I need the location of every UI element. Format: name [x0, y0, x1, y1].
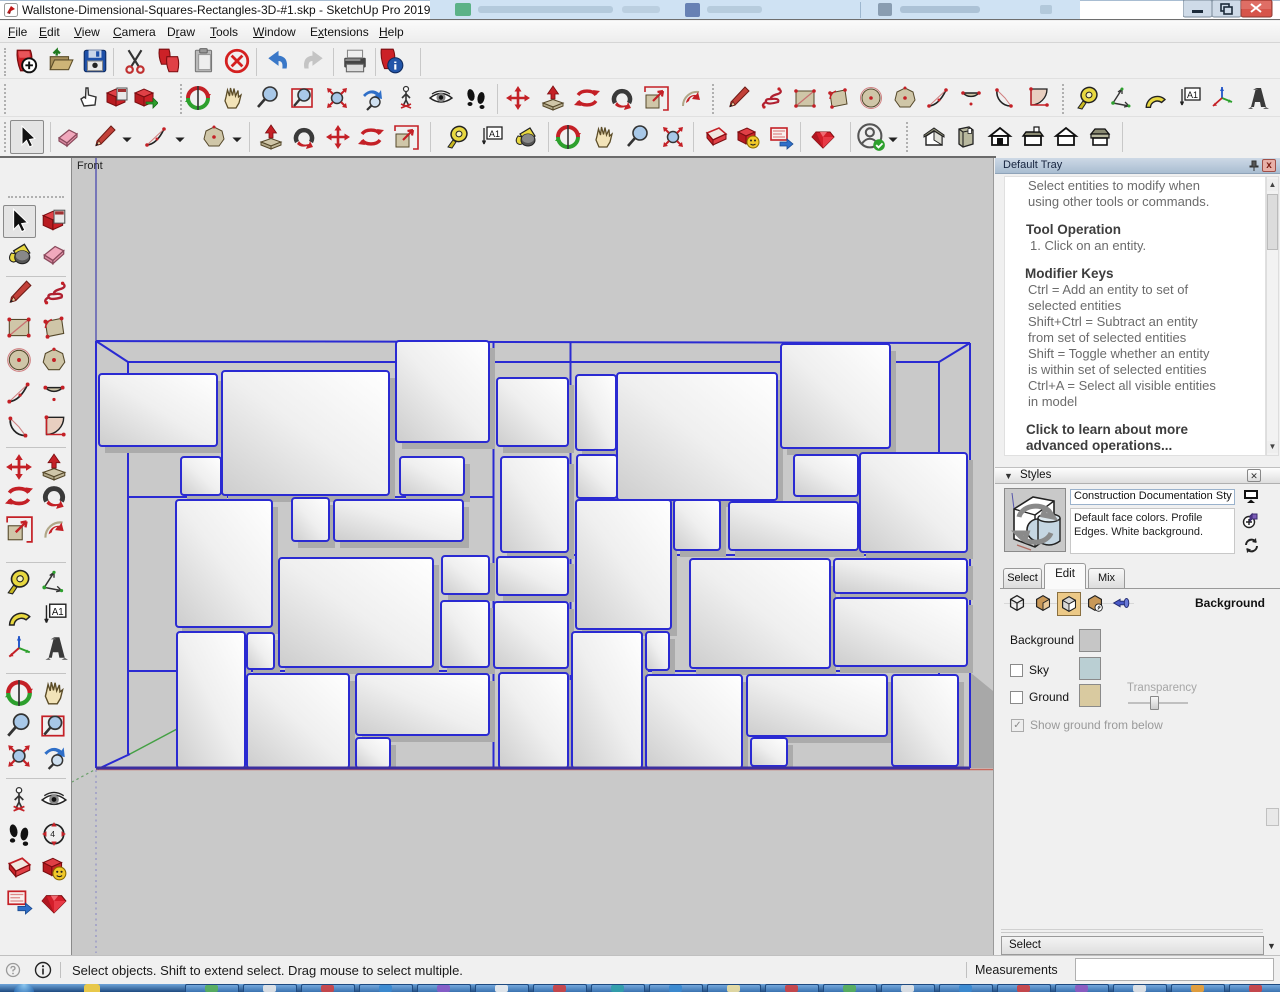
svg-text:Front: Front — [77, 160, 103, 172]
